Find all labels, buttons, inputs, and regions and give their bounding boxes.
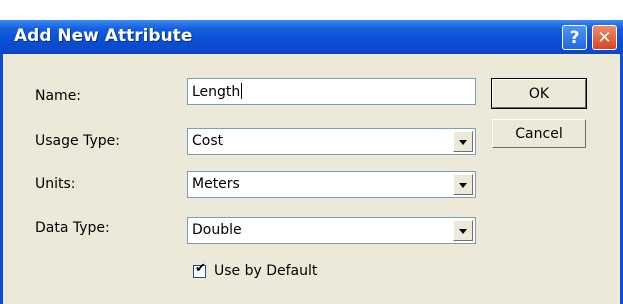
cancel-button[interactable]: Cancel [492, 119, 586, 148]
dropdown-arrow-icon [459, 229, 467, 234]
name-label: Name: [35, 88, 82, 104]
window-title: Add New Attribute [14, 26, 193, 46]
help-button[interactable]: ? [562, 25, 587, 50]
units-value: Meters [192, 176, 240, 192]
data-type-value: Double [192, 222, 242, 238]
usage-type-dropdown-button[interactable] [453, 131, 473, 152]
use-by-default-checkbox[interactable]: ✔ [193, 260, 206, 278]
cancel-button-label: Cancel [515, 125, 563, 142]
use-by-default-label: Use by Default [214, 263, 318, 279]
name-input-value: Length [192, 84, 241, 100]
dropdown-arrow-icon [459, 183, 467, 188]
dropdown-arrow-icon [459, 140, 467, 145]
usage-type-select[interactable]: Cost [187, 128, 476, 155]
ok-button[interactable]: OK [491, 78, 587, 109]
usage-type-value: Cost [192, 133, 224, 149]
data-type-dropdown-button[interactable] [453, 220, 473, 241]
close-button[interactable]: ✕ [592, 25, 617, 50]
checkmark-icon: ✔ [195, 260, 206, 276]
units-select[interactable]: Meters [187, 171, 476, 198]
title-bar[interactable]: Add New Attribute ? ✕ [0, 20, 623, 54]
units-label: Units: [35, 176, 76, 192]
use-by-default-option[interactable]: ✔ Use by Default [193, 260, 318, 279]
units-dropdown-button[interactable] [453, 174, 473, 195]
ok-button-label: OK [528, 85, 550, 102]
background-strip [0, 0, 623, 20]
name-input[interactable]: Length [187, 78, 476, 105]
data-type-label: Data Type: [35, 220, 110, 236]
close-icon: ✕ [597, 27, 612, 48]
usage-type-label: Usage Type: [35, 133, 120, 149]
text-caret [241, 83, 243, 99]
dialog-body: Name: Length Usage Type: Cost Units: Met… [0, 54, 623, 304]
data-type-select[interactable]: Double [187, 217, 476, 244]
help-icon: ? [569, 27, 580, 48]
